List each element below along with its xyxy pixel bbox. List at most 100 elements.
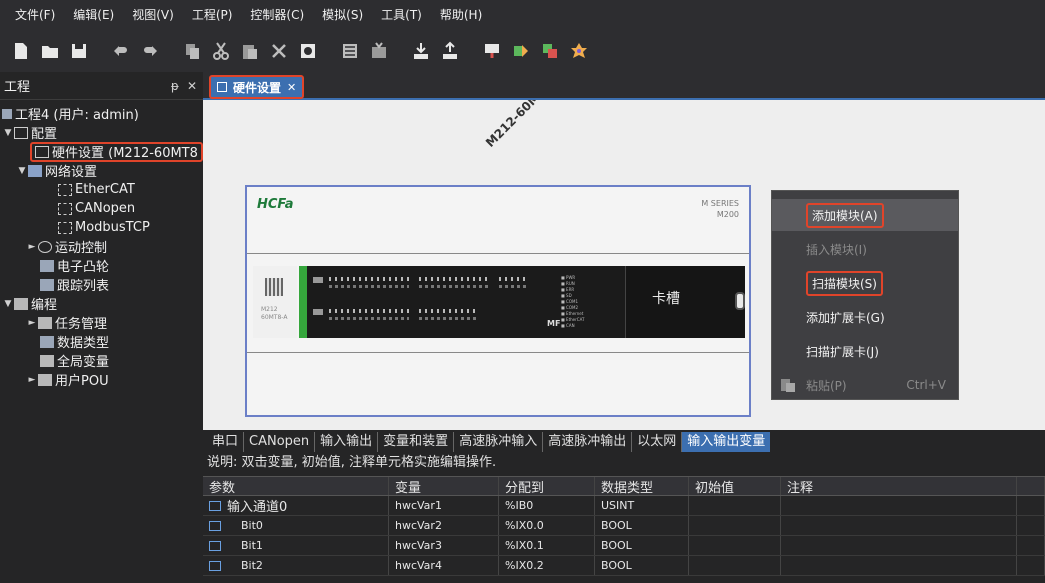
hardware-icon (217, 82, 227, 92)
menu-simulate[interactable]: 模拟(S) (313, 0, 372, 30)
menu-item-scan-module[interactable]: 扫描模块(S) (772, 267, 958, 299)
stop-icon[interactable] (539, 40, 561, 62)
menu-item-paste: 粘贴(P) Ctrl+V (772, 369, 958, 401)
tree-item-global-vars[interactable]: 全局变量 (0, 351, 203, 370)
table-header: 参数 变量 分配到 数据类型 初始值 注释 (203, 476, 1045, 496)
tab-serial[interactable]: 串口 (207, 432, 245, 452)
run-icon[interactable] (510, 40, 532, 62)
table-row[interactable]: 输入通道0 hwcVar1 %IB0 USINT (203, 496, 1045, 516)
tab-variables-devices[interactable]: 变量和装置 (378, 432, 455, 452)
editor-tab-strip: 硬件设置 ✕ (203, 72, 1045, 100)
qr-code-icon (265, 278, 283, 296)
menu-bar: 文件(F) 编辑(E) 视图(V) 工程(P) 控制器(C) 模拟(S) 工具(… (0, 0, 1045, 30)
input-channel-icon (209, 500, 221, 511)
column-header[interactable]: 分配到 (499, 477, 595, 495)
rebuild-icon[interactable] (368, 40, 390, 62)
debug-icon[interactable] (568, 40, 590, 62)
tab-hs-pulse-output[interactable]: 高速脉冲输出 (543, 432, 633, 452)
expansion-slot[interactable]: 卡槽 (625, 266, 745, 338)
tree-item-ethercat[interactable]: EtherCAT (0, 180, 203, 199)
tree-item-label: 全局变量 (57, 355, 110, 370)
tree-item-programming[interactable]: ▼ 编程 (0, 294, 203, 313)
table-row[interactable]: Bit2 hwcVar4 %IX0.2 BOOL (203, 556, 1045, 576)
menu-tools[interactable]: 工具(T) (372, 0, 431, 30)
tree-item-config[interactable]: ▼ 配置 (0, 123, 203, 142)
tree-item-user-pou[interactable]: ► 用户POU (0, 370, 203, 389)
input-bit-icon (209, 540, 221, 551)
menu-item-scan-expansion-card[interactable]: 扫描扩展卡(J) (772, 335, 958, 367)
tab-canopen[interactable]: CANopen (244, 432, 316, 452)
open-folder-icon[interactable] (39, 40, 61, 62)
tree-item-modbustcp[interactable]: ModbusTCP (0, 218, 203, 237)
menu-item-add-module[interactable]: 添加模块(A) (772, 199, 958, 231)
monitor-icon[interactable] (481, 40, 503, 62)
project-panel: 工程 ᵽ ✕ 工程4 (用户: admin) ▼ 配置 硬件设置 (M212-6… (0, 72, 203, 583)
pin-icon[interactable]: ᵽ (171, 79, 179, 93)
menu-view[interactable]: 视图(V) (123, 0, 183, 30)
new-file-icon[interactable] (10, 40, 32, 62)
menu-project[interactable]: 工程(P) (183, 0, 242, 30)
download-icon[interactable] (410, 40, 432, 62)
tree-item-motion[interactable]: ► 运动控制 (0, 237, 203, 256)
bottom-panel: 串口 CANopen 输入输出 变量和装置 高速脉冲输入 高速脉冲输出 以太网 … (203, 430, 1045, 583)
chevron-down-icon[interactable]: ▼ (16, 166, 28, 176)
table-row[interactable]: Bit0 hwcVar2 %IX0.0 BOOL (203, 516, 1045, 536)
undo-icon[interactable] (110, 40, 132, 62)
tab-ethernet[interactable]: 以太网 (632, 432, 683, 452)
copy-icon[interactable] (181, 40, 203, 62)
brand-logo: HCFa (257, 197, 294, 212)
save-icon[interactable] (68, 40, 90, 62)
menu-item-add-expansion-card[interactable]: 添加扩展卡(G) (772, 301, 958, 333)
menu-controller[interactable]: 控制器(C) (241, 0, 313, 30)
column-header[interactable]: 变量 (389, 477, 499, 495)
tree-item-hardware-settings[interactable]: 硬件设置 (M212-60MT8 (0, 141, 203, 162)
chevron-right-icon[interactable]: ► (26, 375, 38, 385)
project-icon (2, 108, 12, 119)
tree-item-network[interactable]: ▼ 网络设置 (0, 161, 203, 180)
delete-icon[interactable] (268, 40, 290, 62)
tab-hs-pulse-input[interactable]: 高速脉冲输入 (454, 432, 544, 452)
close-icon[interactable]: ✕ (187, 79, 197, 93)
io-variable-table: 参数 变量 分配到 数据类型 初始值 注释 输入通道0 hwcVar1 %IB0… (203, 476, 1045, 576)
tree-item-project[interactable]: 工程4 (用户: admin) (0, 104, 203, 123)
paste-icon[interactable] (239, 40, 261, 62)
chevron-down-icon[interactable]: ▼ (2, 128, 14, 138)
cut-icon[interactable] (210, 40, 232, 62)
column-header[interactable]: 参数 (203, 477, 389, 495)
folder-icon (38, 316, 52, 329)
chevron-right-icon[interactable]: ► (26, 242, 38, 252)
build-icon[interactable] (339, 40, 361, 62)
column-header[interactable]: 注释 (781, 477, 1017, 495)
plc-port-icon (735, 292, 745, 310)
tab-io-variables[interactable]: 输入输出变量 (682, 432, 771, 452)
column-header[interactable]: 数据类型 (595, 477, 689, 495)
slot-label: 卡槽 (652, 291, 680, 307)
hint-text: 说明: 双击变量, 初始值, 注释单元格实施编辑操作. (207, 455, 497, 470)
hardware-canvas[interactable]: M212-60MT8-A HCFa M SERIES M200 M212 60M… (203, 100, 1045, 430)
motion-icon (38, 240, 52, 253)
menu-help[interactable]: 帮助(H) (431, 0, 491, 30)
menu-edit[interactable]: 编辑(E) (64, 0, 123, 30)
tree-item-trace[interactable]: 跟踪列表 (0, 275, 203, 294)
chevron-down-icon[interactable]: ▼ (2, 299, 14, 309)
table-row[interactable]: Bit1 hwcVar3 %IX0.1 BOOL (203, 536, 1045, 556)
upload-icon[interactable] (439, 40, 461, 62)
shortcut-label: Ctrl+V (906, 378, 946, 392)
column-header[interactable]: 初始值 (689, 477, 781, 495)
plc-device[interactable]: HCFa M SERIES M200 M212 60MT8-A ■ PWR ■ … (245, 185, 751, 417)
tree-item-tasks[interactable]: ► 任务管理 (0, 313, 203, 332)
chevron-right-icon[interactable]: ► (26, 318, 38, 328)
tree-item-label: 硬件设置 (M212-60MT8 (52, 146, 198, 161)
tab-io[interactable]: 输入输出 (315, 432, 379, 452)
tab-hardware-settings[interactable]: 硬件设置 ✕ (209, 75, 305, 99)
input-bit-icon (209, 520, 221, 531)
variable-icon (40, 354, 54, 367)
compile-icon[interactable] (297, 40, 319, 62)
menu-file[interactable]: 文件(F) (6, 0, 64, 30)
tree-item-datatypes[interactable]: 数据类型 (0, 332, 203, 351)
tree-item-canopen[interactable]: CANopen (0, 199, 203, 218)
tree-item-label: 编程 (31, 298, 58, 313)
close-icon[interactable]: ✕ (287, 81, 296, 94)
tree-item-cam[interactable]: 电子凸轮 (0, 256, 203, 275)
redo-icon[interactable] (139, 40, 161, 62)
